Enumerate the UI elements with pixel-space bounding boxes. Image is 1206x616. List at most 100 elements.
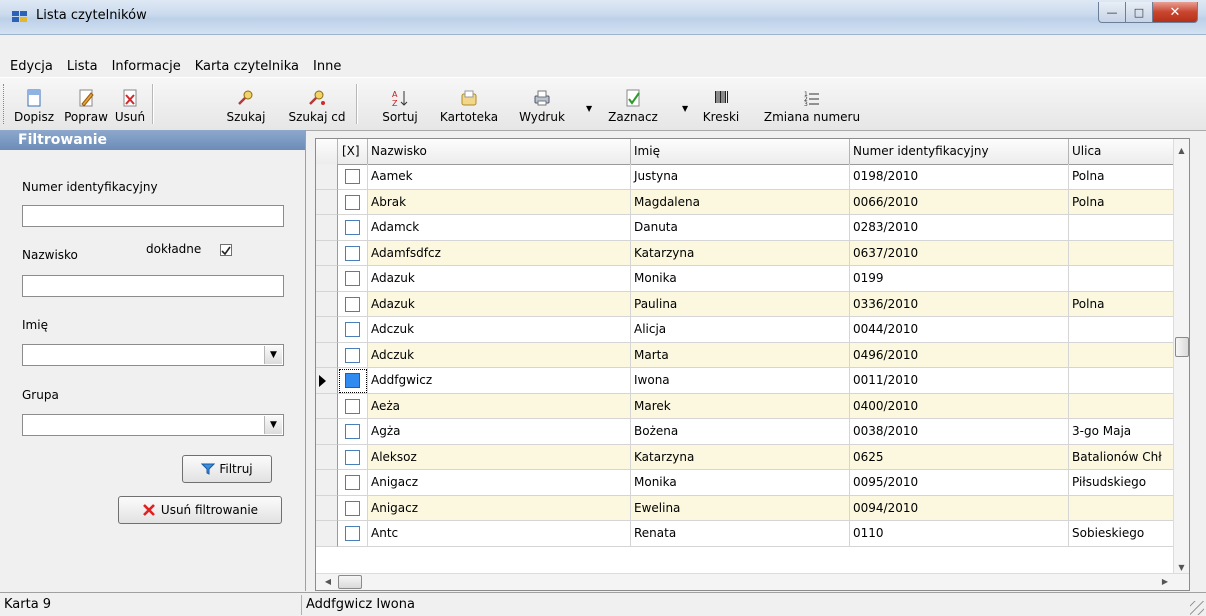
table-row[interactable]: Anigacz Ewelina 0094/2010 bbox=[316, 495, 1176, 521]
cell-imie[interactable]: Marek bbox=[631, 393, 850, 419]
cell-ulica[interactable] bbox=[1069, 317, 1176, 343]
row-indicator[interactable] bbox=[316, 495, 338, 521]
cell-numer[interactable]: 0094/2010 bbox=[850, 495, 1069, 521]
cell-imie[interactable]: Magdalena bbox=[631, 189, 850, 215]
row-checkbox-cell[interactable] bbox=[338, 317, 368, 343]
cell-ulica[interactable]: Polna bbox=[1069, 291, 1176, 317]
scroll-right-icon[interactable]: ▶ bbox=[1157, 574, 1173, 590]
wydruk-dropdown-arrow-icon[interactable]: ▼ bbox=[586, 104, 592, 113]
cell-nazwisko[interactable]: Aeża bbox=[368, 393, 631, 419]
vertical-scrollbar[interactable]: ▲ ▼ bbox=[1173, 139, 1189, 576]
row-indicator[interactable] bbox=[316, 444, 338, 470]
table-row[interactable]: Adczuk Alicja 0044/2010 bbox=[316, 317, 1176, 343]
cell-nazwisko[interactable]: Abrak bbox=[368, 189, 631, 215]
usun-button[interactable]: Usuń bbox=[114, 82, 146, 126]
cell-numer[interactable]: 0625 bbox=[850, 444, 1069, 470]
cell-ulica[interactable] bbox=[1069, 368, 1176, 394]
cell-numer[interactable]: 0283/2010 bbox=[850, 215, 1069, 241]
row-checkbox[interactable] bbox=[345, 347, 360, 363]
row-checkbox-cell[interactable] bbox=[338, 393, 368, 419]
cell-imie[interactable]: Ewelina bbox=[631, 495, 850, 521]
table-row[interactable]: Agża Bożena 0038/2010 3-go Maja bbox=[316, 419, 1176, 445]
menu-informacje[interactable]: Informacje bbox=[105, 59, 188, 74]
numer-input[interactable] bbox=[22, 205, 284, 227]
cell-ulica[interactable]: 3-go Maja bbox=[1069, 419, 1176, 445]
row-checkbox-cell[interactable] bbox=[338, 240, 368, 266]
nazwisko-input[interactable] bbox=[22, 275, 284, 297]
cell-nazwisko[interactable]: Antc bbox=[368, 521, 631, 547]
row-indicator[interactable] bbox=[316, 291, 338, 317]
kreski-button[interactable]: Kreski bbox=[700, 82, 742, 126]
sortuj-button[interactable]: AZ Sortuj bbox=[382, 82, 418, 126]
chevron-down-icon[interactable]: ▼ bbox=[264, 346, 282, 364]
cell-numer[interactable]: 0038/2010 bbox=[850, 419, 1069, 445]
cell-numer[interactable]: 0011/2010 bbox=[850, 368, 1069, 394]
table-row[interactable]: Adazuk Paulina 0336/2010 Polna bbox=[316, 291, 1176, 317]
row-checkbox-cell[interactable] bbox=[338, 470, 368, 496]
cell-ulica[interactable] bbox=[1069, 342, 1176, 368]
cell-numer[interactable]: 0110 bbox=[850, 521, 1069, 547]
cell-imie[interactable]: Paulina bbox=[631, 291, 850, 317]
cell-ulica[interactable]: Batalionów Chł bbox=[1069, 444, 1176, 470]
zaznacz-dropdown-arrow-icon[interactable]: ▼ bbox=[682, 104, 688, 113]
cell-imie[interactable]: Renata bbox=[631, 521, 850, 547]
cell-nazwisko[interactable]: Anigacz bbox=[368, 470, 631, 496]
column-header-ulica[interactable]: Ulica bbox=[1069, 139, 1176, 164]
row-indicator[interactable] bbox=[316, 521, 338, 547]
cell-nazwisko[interactable]: Adamck bbox=[368, 215, 631, 241]
dokladne-checkbox[interactable] bbox=[220, 244, 232, 256]
cell-ulica[interactable] bbox=[1069, 393, 1176, 419]
row-checkbox[interactable] bbox=[345, 373, 360, 388]
table-row[interactable]: Antc Renata 0110 Sobieskiego bbox=[316, 521, 1176, 547]
column-header-nazwisko[interactable]: Nazwisko bbox=[368, 139, 631, 164]
row-checkbox[interactable] bbox=[345, 475, 360, 490]
cell-ulica[interactable]: Polna bbox=[1069, 164, 1176, 190]
cell-nazwisko[interactable]: Adczuk bbox=[368, 342, 631, 368]
cell-nazwisko[interactable]: Adczuk bbox=[368, 317, 631, 343]
cell-nazwisko[interactable]: Agża bbox=[368, 419, 631, 445]
zmiana-numeru-button[interactable]: 123 Zmiana numeru bbox=[756, 82, 868, 126]
vertical-scroll-thumb[interactable] bbox=[1175, 337, 1189, 357]
row-checkbox-cell[interactable] bbox=[338, 189, 368, 215]
row-checkbox-cell[interactable] bbox=[338, 419, 368, 445]
zaznacz-button[interactable]: Zaznacz bbox=[606, 82, 660, 126]
cell-nazwisko[interactable]: Adazuk bbox=[368, 291, 631, 317]
row-checkbox-cell[interactable] bbox=[338, 215, 368, 241]
row-indicator[interactable] bbox=[316, 215, 338, 241]
scroll-up-icon[interactable]: ▲ bbox=[1174, 143, 1189, 159]
cell-numer[interactable]: 0066/2010 bbox=[850, 189, 1069, 215]
cell-ulica[interactable] bbox=[1069, 266, 1176, 292]
column-header-check[interactable]: [X] bbox=[338, 139, 368, 164]
table-row[interactable]: Adamfsdfcz Katarzyna 0637/2010 bbox=[316, 240, 1176, 266]
cell-numer[interactable]: 0198/2010 bbox=[850, 164, 1069, 190]
scroll-left-icon[interactable]: ◀ bbox=[320, 574, 336, 590]
menu-edycja[interactable]: Edycja bbox=[0, 59, 60, 74]
cell-imie[interactable]: Katarzyna bbox=[631, 240, 850, 266]
cell-imie[interactable]: Marta bbox=[631, 342, 850, 368]
row-checkbox-cell[interactable] bbox=[338, 368, 368, 394]
toolbar-grip[interactable] bbox=[3, 84, 7, 124]
row-indicator[interactable] bbox=[316, 342, 338, 368]
table-row[interactable]: Abrak Magdalena 0066/2010 Polna bbox=[316, 189, 1176, 215]
row-checkbox[interactable] bbox=[345, 322, 360, 337]
row-indicator[interactable] bbox=[316, 266, 338, 292]
row-indicator[interactable] bbox=[316, 164, 338, 190]
row-checkbox[interactable] bbox=[345, 271, 360, 286]
cell-nazwisko[interactable]: Anigacz bbox=[368, 495, 631, 521]
cell-ulica[interactable] bbox=[1069, 240, 1176, 266]
row-checkbox[interactable] bbox=[345, 500, 360, 516]
row-indicator[interactable] bbox=[316, 317, 338, 343]
horizontal-scroll-thumb[interactable] bbox=[338, 575, 362, 589]
cell-nazwisko[interactable]: Aamek bbox=[368, 164, 631, 190]
filtruj-button[interactable]: Filtruj bbox=[182, 455, 272, 483]
row-indicator[interactable] bbox=[316, 189, 338, 215]
table-row[interactable]: Adazuk Monika 0199 bbox=[316, 266, 1176, 292]
row-indicator[interactable] bbox=[316, 393, 338, 419]
table-row[interactable]: Aeża Marek 0400/2010 bbox=[316, 393, 1176, 419]
row-checkbox[interactable] bbox=[345, 424, 360, 439]
row-checkbox[interactable] bbox=[345, 449, 360, 465]
table-row[interactable]: Aleksoz Katarzyna 0625 Batalionów Chł bbox=[316, 444, 1176, 470]
wydruk-button[interactable]: Wydruk bbox=[514, 82, 570, 126]
maximize-button[interactable]: □ bbox=[1126, 2, 1153, 23]
title-bar[interactable]: Lista czytelników — □ ✕ bbox=[0, 0, 1206, 35]
